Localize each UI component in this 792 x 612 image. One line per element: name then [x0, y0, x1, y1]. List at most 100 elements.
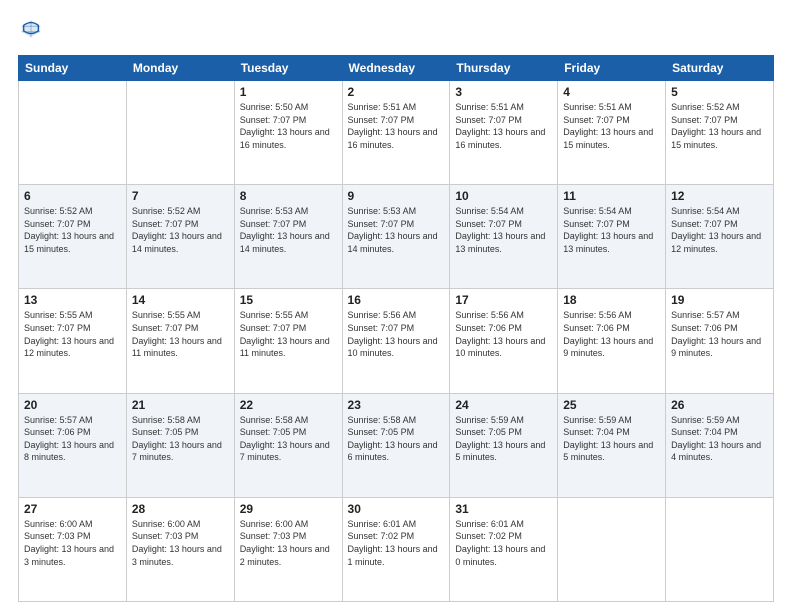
calendar-week-5: 27 Sunrise: 6:00 AM Sunset: 7:03 PM Dayli…	[19, 497, 774, 601]
day-info: Sunrise: 5:53 AM Sunset: 7:07 PM Dayligh…	[348, 205, 445, 255]
day-number: 5	[671, 85, 768, 99]
day-info: Sunrise: 6:01 AM Sunset: 7:02 PM Dayligh…	[455, 518, 552, 568]
calendar-cell: 19Sunrise: 5:57 AM Sunset: 7:06 PM Dayli…	[666, 289, 774, 393]
day-info: Sunrise: 5:51 AM Sunset: 7:07 PM Dayligh…	[455, 101, 552, 151]
weekday-header-row: SundayMondayTuesdayWednesdayThursdayFrid…	[19, 56, 774, 81]
day-number: 25	[563, 398, 660, 412]
day-info: Sunrise: 5:53 AM Sunset: 7:07 PM Dayligh…	[240, 205, 337, 255]
day-info: Sunrise: 5:52 AM Sunset: 7:07 PM Dayligh…	[671, 101, 768, 151]
day-info: Sunrise: 5:56 AM Sunset: 7:06 PM Dayligh…	[455, 309, 552, 359]
day-number: 24	[455, 398, 552, 412]
weekday-header-sunday: Sunday	[19, 56, 127, 81]
weekday-header-wednesday: Wednesday	[342, 56, 450, 81]
calendar-cell: 16 Sunrise: 5:56 AM Sunset: 7:07 PM Dayli…	[342, 289, 450, 393]
day-info: Sunrise: 6:00 AM Sunset: 7:03 PM Dayligh…	[132, 518, 229, 568]
day-number: 4	[563, 85, 660, 99]
day-info: Sunrise: 5:58 AM Sunset: 7:05 PM Dayligh…	[348, 414, 445, 464]
calendar-cell	[126, 81, 234, 185]
day-info: Sunrise: 5:54 AM Sunset: 7:07 PM Dayligh…	[671, 205, 768, 255]
calendar-cell: 6 Sunrise: 5:52 AM Sunset: 7:07 PM Daylig…	[19, 185, 127, 289]
day-info: Sunrise: 5:58 AM Sunset: 7:05 PM Dayligh…	[240, 414, 337, 464]
calendar-cell: 12 Sunrise: 5:54 AM Sunset: 7:07 PM Dayli…	[666, 185, 774, 289]
day-number: 12	[671, 189, 768, 203]
day-number: 3	[455, 85, 552, 99]
day-info: Sunrise: 5:55 AM Sunset: 7:07 PM Dayligh…	[132, 309, 229, 359]
calendar-cell	[558, 497, 666, 601]
calendar-week-1: 1 Sunrise: 5:50 AM Sunset: 7:07 PM Daylig…	[19, 81, 774, 185]
calendar-cell: 1 Sunrise: 5:50 AM Sunset: 7:07 PM Daylig…	[234, 81, 342, 185]
calendar-cell: 5 Sunrise: 5:52 AM Sunset: 7:07 PM Daylig…	[666, 81, 774, 185]
day-info: Sunrise: 5:50 AM Sunset: 7:07 PM Dayligh…	[240, 101, 337, 151]
weekday-header-monday: Monday	[126, 56, 234, 81]
day-number: 16	[348, 293, 445, 307]
calendar-cell: 30 Sunrise: 6:01 AM Sunset: 7:02 PM Dayli…	[342, 497, 450, 601]
day-info: Sunrise: 5:51 AM Sunset: 7:07 PM Dayligh…	[563, 101, 660, 151]
page: SundayMondayTuesdayWednesdayThursdayFrid…	[0, 0, 792, 612]
calendar-cell	[666, 497, 774, 601]
day-number: 14	[132, 293, 229, 307]
calendar-cell: 27Sunrise: 6:00 AM Sunset: 7:03 PM Dayli…	[19, 497, 127, 601]
day-number: 26	[671, 398, 768, 412]
day-info: Sunrise: 5:52 AM Sunset: 7:07 PM Dayligh…	[132, 205, 229, 255]
day-number: 9	[348, 189, 445, 203]
day-info: Sunrise: 5:57 AM Sunset: 7:06 PM Dayligh…	[671, 309, 768, 359]
day-number: 20	[24, 398, 121, 412]
day-number: 15	[240, 293, 337, 307]
calendar-cell: 2 Sunrise: 5:51 AM Sunset: 7:07 PM Daylig…	[342, 81, 450, 185]
calendar-cell: 21Sunrise: 5:58 AM Sunset: 7:05 PM Dayli…	[126, 393, 234, 497]
calendar-cell: 10Sunrise: 5:54 AM Sunset: 7:07 PM Dayli…	[450, 185, 558, 289]
day-info: Sunrise: 5:56 AM Sunset: 7:07 PM Dayligh…	[348, 309, 445, 359]
logo-icon	[20, 18, 42, 40]
calendar-cell: 9 Sunrise: 5:53 AM Sunset: 7:07 PM Daylig…	[342, 185, 450, 289]
day-number: 17	[455, 293, 552, 307]
day-info: Sunrise: 5:54 AM Sunset: 7:07 PM Dayligh…	[563, 205, 660, 255]
calendar-cell: 25 Sunrise: 5:59 AM Sunset: 7:04 PM Dayli…	[558, 393, 666, 497]
day-number: 28	[132, 502, 229, 516]
day-number: 23	[348, 398, 445, 412]
day-number: 2	[348, 85, 445, 99]
logo	[18, 18, 42, 45]
day-number: 6	[24, 189, 121, 203]
day-info: Sunrise: 5:51 AM Sunset: 7:07 PM Dayligh…	[348, 101, 445, 151]
day-info: Sunrise: 5:54 AM Sunset: 7:07 PM Dayligh…	[455, 205, 552, 255]
calendar-week-2: 6 Sunrise: 5:52 AM Sunset: 7:07 PM Daylig…	[19, 185, 774, 289]
calendar-cell: 20 Sunrise: 5:57 AM Sunset: 7:06 PM Dayli…	[19, 393, 127, 497]
day-number: 29	[240, 502, 337, 516]
day-number: 8	[240, 189, 337, 203]
day-number: 27	[24, 502, 121, 516]
calendar-table: SundayMondayTuesdayWednesdayThursdayFrid…	[18, 55, 774, 602]
day-number: 1	[240, 85, 337, 99]
day-info: Sunrise: 5:52 AM Sunset: 7:07 PM Dayligh…	[24, 205, 121, 255]
calendar-cell: 3 Sunrise: 5:51 AM Sunset: 7:07 PM Daylig…	[450, 81, 558, 185]
calendar-cell: 15 Sunrise: 5:55 AM Sunset: 7:07 PM Dayli…	[234, 289, 342, 393]
header	[18, 18, 774, 45]
calendar-cell: 4 Sunrise: 5:51 AM Sunset: 7:07 PM Daylig…	[558, 81, 666, 185]
day-info: Sunrise: 5:56 AM Sunset: 7:06 PM Dayligh…	[563, 309, 660, 359]
calendar-cell: 7Sunrise: 5:52 AM Sunset: 7:07 PM Daylig…	[126, 185, 234, 289]
day-number: 21	[132, 398, 229, 412]
day-number: 30	[348, 502, 445, 516]
day-number: 31	[455, 502, 552, 516]
weekday-header-saturday: Saturday	[666, 56, 774, 81]
calendar-cell: 14 Sunrise: 5:55 AM Sunset: 7:07 PM Dayli…	[126, 289, 234, 393]
day-info: Sunrise: 6:00 AM Sunset: 7:03 PM Dayligh…	[240, 518, 337, 568]
day-info: Sunrise: 5:59 AM Sunset: 7:04 PM Dayligh…	[563, 414, 660, 464]
day-number: 11	[563, 189, 660, 203]
calendar-cell: 29 Sunrise: 6:00 AM Sunset: 7:03 PM Dayli…	[234, 497, 342, 601]
calendar-week-4: 20 Sunrise: 5:57 AM Sunset: 7:06 PM Dayli…	[19, 393, 774, 497]
calendar-cell: 23 Sunrise: 5:58 AM Sunset: 7:05 PM Dayli…	[342, 393, 450, 497]
weekday-header-friday: Friday	[558, 56, 666, 81]
calendar-cell: 11 Sunrise: 5:54 AM Sunset: 7:07 PM Dayli…	[558, 185, 666, 289]
calendar-cell: 17 Sunrise: 5:56 AM Sunset: 7:06 PM Dayli…	[450, 289, 558, 393]
day-number: 22	[240, 398, 337, 412]
calendar-cell: 26Sunrise: 5:59 AM Sunset: 7:04 PM Dayli…	[666, 393, 774, 497]
calendar-week-3: 13 Sunrise: 5:55 AM Sunset: 7:07 PM Dayli…	[19, 289, 774, 393]
day-info: Sunrise: 5:59 AM Sunset: 7:05 PM Dayligh…	[455, 414, 552, 464]
day-number: 13	[24, 293, 121, 307]
calendar-cell	[19, 81, 127, 185]
weekday-header-tuesday: Tuesday	[234, 56, 342, 81]
day-info: Sunrise: 5:55 AM Sunset: 7:07 PM Dayligh…	[240, 309, 337, 359]
day-info: Sunrise: 6:01 AM Sunset: 7:02 PM Dayligh…	[348, 518, 445, 568]
calendar-cell: 24 Sunrise: 5:59 AM Sunset: 7:05 PM Dayli…	[450, 393, 558, 497]
day-info: Sunrise: 5:57 AM Sunset: 7:06 PM Dayligh…	[24, 414, 121, 464]
